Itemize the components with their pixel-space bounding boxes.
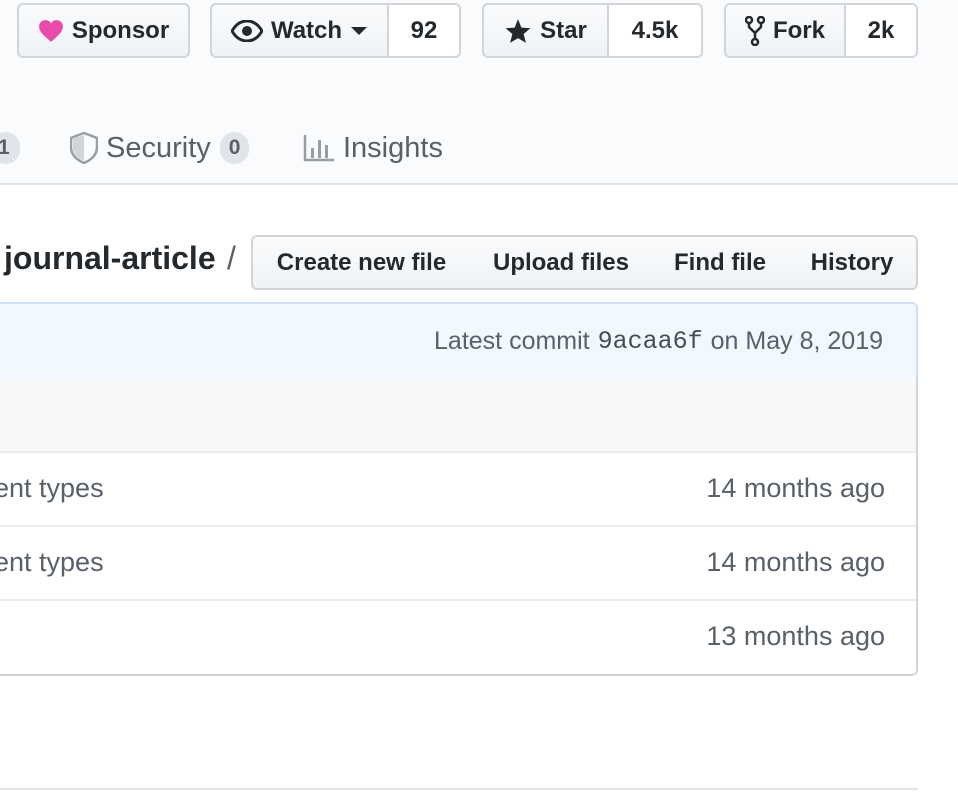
tab-insights[interactable]: Insights: [303, 126, 443, 170]
commit-message-link[interactable]: .: [0, 621, 2, 652]
commit-message-link[interactable]: ent types: [0, 473, 104, 504]
tab-partial[interactable]: 1: [0, 126, 20, 170]
commit-age: 14 months ago: [706, 547, 885, 577]
chevron-down-icon: [351, 26, 368, 35]
eye-icon: [230, 19, 263, 42]
tab-security-count: 0: [219, 132, 250, 164]
tab-insights-label: Insights: [343, 131, 443, 164]
sponsor-label: Sponsor: [71, 16, 170, 44]
find-file-button[interactable]: Find file: [652, 235, 790, 290]
latest-commit-bar: Latest commit 9acaa6f on May 8, 2019: [0, 302, 918, 380]
heart-icon: [38, 19, 63, 42]
divider: [0, 788, 918, 790]
breadcrumb-separator: /: [227, 240, 236, 276]
fork-icon: [744, 15, 765, 46]
graph-icon: [303, 135, 334, 162]
parent-dir-row[interactable]: [0, 378, 916, 453]
history-button[interactable]: History: [788, 235, 918, 290]
tab-partial-count: 1: [0, 132, 20, 164]
commit-prefix: Latest commit: [434, 326, 590, 355]
watch-label: Watch: [270, 16, 343, 44]
table-row[interactable]: ent types 14 months ago: [0, 453, 916, 527]
star-icon: [505, 18, 531, 43]
fork-button[interactable]: Fork: [724, 3, 846, 58]
star-count[interactable]: 4.5k: [609, 3, 703, 58]
fork-count[interactable]: 2k: [846, 3, 918, 58]
fork-label: Fork: [772, 16, 825, 44]
table-row[interactable]: ent types 14 months ago: [0, 527, 916, 601]
file-list: ent types 14 months ago ent types 14 mon…: [0, 378, 918, 676]
star-label: Star: [540, 16, 587, 44]
table-row[interactable]: . 13 months ago: [0, 601, 916, 675]
commit-message-link[interactable]: ent types: [0, 547, 104, 578]
create-new-file-button[interactable]: Create new file: [251, 235, 472, 290]
commit-date: on May 8, 2019: [710, 326, 883, 355]
upload-files-button[interactable]: Upload files: [470, 235, 654, 290]
tab-security[interactable]: Security 0: [70, 126, 250, 170]
shield-icon: [70, 132, 98, 164]
commit-age: 13 months ago: [706, 621, 885, 651]
watch-button[interactable]: Watch: [210, 3, 389, 58]
commit-age: 14 months ago: [706, 473, 885, 503]
star-button[interactable]: Star: [482, 3, 609, 58]
sponsor-button[interactable]: Sponsor: [17, 3, 190, 58]
watch-count[interactable]: 92: [389, 3, 461, 58]
breadcrumb-current-dir[interactable]: journal-article: [4, 240, 216, 277]
repo-header: Sponsor Watch 92 Star 4.5k Fork 2k 1 Sec…: [0, 0, 958, 185]
tab-security-label: Security: [106, 131, 211, 164]
commit-sha-link[interactable]: 9acaa6f: [598, 327, 703, 356]
